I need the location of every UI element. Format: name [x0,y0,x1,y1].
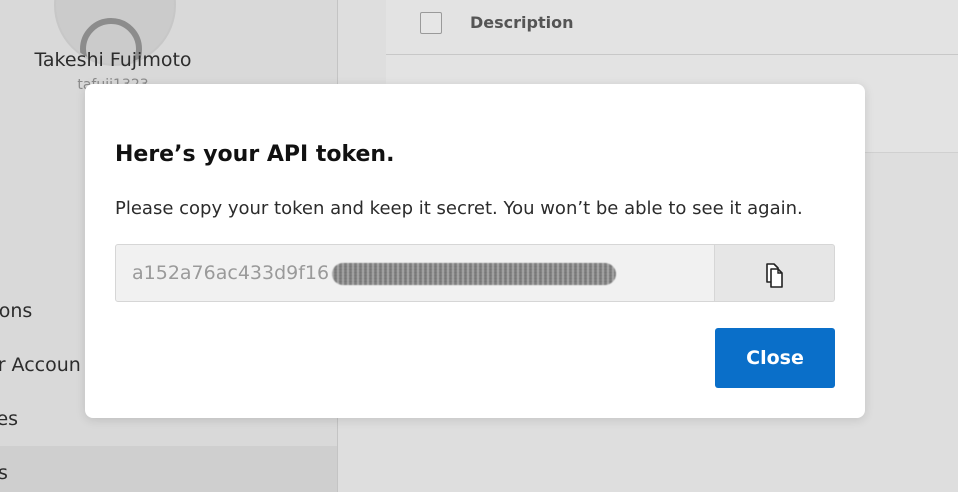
copy-icon [766,263,783,288]
dialog-message: Please copy your token and keep it secre… [115,198,803,219]
column-header-description: Description [470,13,574,32]
select-all-checkbox[interactable] [420,12,442,34]
token-redaction [332,263,616,285]
sidebar-item-3[interactable]: ces [0,408,18,430]
sidebar-item-4[interactable]: ns [0,462,8,484]
close-button[interactable]: Close [715,328,835,388]
copy-button[interactable] [715,244,835,302]
dialog-title: Here’s your API token. [115,142,395,167]
table-header: Description [386,0,958,55]
sidebar-item-2[interactable]: er Accoun [0,354,81,376]
sidebar-item-selected-bg [0,446,337,492]
page: Takeshi Fujimoto tafuji1323 tions er Acc… [0,0,958,492]
sidebar-item-1[interactable]: tions [0,300,32,322]
api-token-dialog: Here’s your API token. Please copy your … [85,84,865,418]
token-field[interactable]: a152a76ac433d9f16 [115,244,715,302]
token-text: a152a76ac433d9f16 [132,262,330,284]
user-name: Takeshi Fujimoto [34,49,192,71]
